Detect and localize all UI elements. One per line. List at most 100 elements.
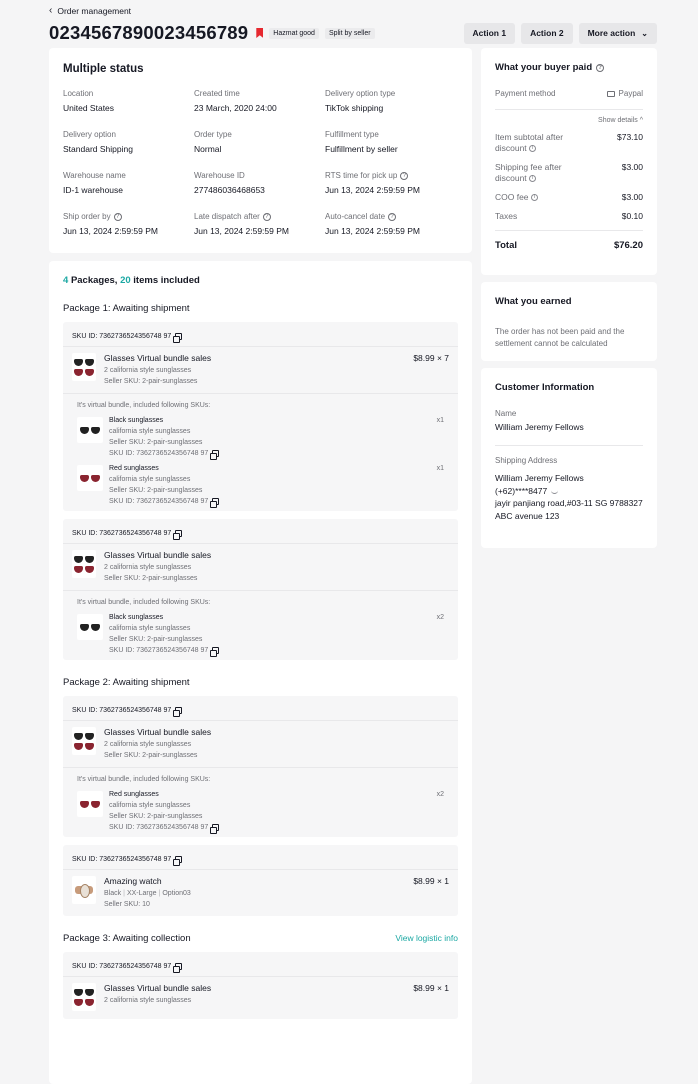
action-2-button[interactable]: Action 2 <box>521 22 573 44</box>
chevron-down-icon: ⌄ <box>641 28 648 38</box>
status-field-label-text: Late dispatch after <box>194 212 260 221</box>
payment-line-value: $73.10 <box>617 132 643 142</box>
status-field-label: Order type <box>194 130 325 139</box>
address-name: William Jeremy Fellows <box>495 473 584 483</box>
more-action-button[interactable]: More action ⌄ <box>578 22 657 44</box>
info-icon[interactable]: i <box>530 194 538 202</box>
sunglasses-black-image <box>74 988 94 996</box>
bundle-item-name: Red sunglasses <box>109 791 159 798</box>
item-variant: Black | XX-Large | Option03 <box>104 890 413 897</box>
action-1-button[interactable]: Action 1 <box>463 22 516 44</box>
bundle-section: It's virtual bundle, included following … <box>63 393 458 511</box>
bookmark-flag-icon[interactable] <box>256 28 264 38</box>
packages-list: Package 1: Awaiting shipment SKU ID: 7362… <box>63 303 458 1019</box>
separator: | <box>158 890 161 897</box>
payment-line-label-text: COO fee <box>495 192 529 202</box>
bundle-item: Black sunglasses california style sunglas… <box>77 417 444 460</box>
bundle-sku-id: SKU ID: 7362736524356748 97 <box>109 498 209 505</box>
breadcrumb[interactable]: ‹ Order management <box>49 6 657 17</box>
copy-icon[interactable] <box>210 450 220 460</box>
copy-icon[interactable] <box>210 647 220 657</box>
item-info: Glasses Virtual bundle sales 2 california… <box>104 353 413 385</box>
payment-line-value: $0.10 <box>621 211 643 221</box>
show-details-label: Show details <box>598 117 638 124</box>
bundle-item-name: Red sunglasses <box>109 465 159 472</box>
item-variant: 2 california style sunglasses <box>104 741 192 748</box>
status-field: RTS time for pick up? Jun 13, 2024 2:59:5… <box>325 171 465 212</box>
bundle-item-seller-sku: Seller SKU: 2-pair-sunglasses <box>109 487 203 494</box>
copy-icon[interactable] <box>173 332 183 343</box>
help-icon[interactable]: ? <box>596 63 605 72</box>
sunglasses-image <box>80 623 100 631</box>
payment-method-label: Payment method <box>495 89 556 98</box>
status-field: Location United States <box>63 89 194 130</box>
item-name: Glasses Virtual bundle sales <box>104 550 212 560</box>
sku-box: SKU ID: 7362736524356748 97 Glasses Virtu… <box>63 322 458 511</box>
bundle-item-sku-id: SKU ID: 7362736524356748 97 <box>109 647 437 657</box>
status-field-label: Warehouse ID <box>194 171 325 180</box>
sku-id-row: SKU ID: 7362736524356748 97 <box>63 845 458 869</box>
copy-icon[interactable] <box>173 529 183 540</box>
bundle-item: Red sunglasses california style sunglasse… <box>77 465 444 508</box>
status-field-label-text: Warehouse ID <box>194 171 245 180</box>
status-field-value: TikTok shipping <box>325 103 384 113</box>
status-card: Multiple status Location United States Cre… <box>49 48 472 253</box>
copy-icon[interactable] <box>210 824 220 834</box>
sku-box: SKU ID: 7362736524356748 97 Glasses Virtu… <box>63 519 458 660</box>
sunglasses-black-image <box>74 358 94 366</box>
item-variant: 2 california style sunglasses <box>104 564 192 571</box>
copy-icon[interactable] <box>173 962 183 973</box>
status-field: Created time 23 March, 2020 24:00 <box>194 89 325 130</box>
package-title-text: Package 1: Awaiting shipment <box>63 303 190 314</box>
item-variant: 2 california style sunglasses <box>104 997 192 1004</box>
info-icon[interactable]: i <box>529 145 537 153</box>
sunglasses-black-image <box>74 555 94 563</box>
bundle-note: It's virtual bundle, included following … <box>77 776 211 783</box>
sku-id: SKU ID: 7362736524356748 97 <box>72 332 172 340</box>
sunglasses-red-image <box>74 998 94 1006</box>
payment-line-label: COO fee i <box>495 192 581 203</box>
package-title-text: Package 3: Awaiting collection <box>63 933 191 944</box>
package-title: Package 1: Awaiting shipment <box>63 303 458 314</box>
glasses-thumbnail <box>72 727 96 755</box>
breadcrumb-label[interactable]: Order management <box>57 6 131 16</box>
help-icon[interactable]: ? <box>113 212 122 221</box>
bundle-item-seller-sku: Seller SKU: 2-pair-sunglasses <box>109 439 203 446</box>
status-field-label: Location <box>63 89 194 98</box>
packages-label: Packages, <box>70 275 118 286</box>
help-icon[interactable]: ? <box>388 212 397 221</box>
packages-count: 4 <box>63 275 69 286</box>
copy-icon[interactable] <box>210 498 220 508</box>
bundle-sku-id: SKU ID: 7362736524356748 97 <box>109 824 209 831</box>
bundle-note: It's virtual bundle, included following … <box>77 402 211 409</box>
status-field-label-text: Location <box>63 89 94 98</box>
show-details-toggle[interactable]: Show details ^ <box>495 117 643 124</box>
buyer-paid-title: What your buyer paid <box>495 62 593 73</box>
package-title: Package 2: Awaiting shipment <box>63 677 458 688</box>
sku-id: SKU ID: 7362736524356748 97 <box>72 706 172 714</box>
bundle-item-info: Black sunglasses california style sunglas… <box>109 417 437 460</box>
bundle-item-sku-id: SKU ID: 7362736524356748 97 <box>109 498 437 508</box>
payment-line-label: Shipping fee after discount i <box>495 162 581 184</box>
item-info: Glasses Virtual bundle sales 2 california… <box>104 983 413 1011</box>
info-icon[interactable]: i <box>529 175 537 183</box>
bundle-item-qty: x1 <box>436 417 444 424</box>
help-icon[interactable]: ? <box>400 171 409 180</box>
copy-icon[interactable] <box>173 706 183 717</box>
sunglasses-red-image <box>74 368 94 376</box>
copy-icon[interactable] <box>173 855 183 866</box>
separator: | <box>123 890 125 897</box>
bundle-item-qty: x1 <box>436 465 444 472</box>
help-icon[interactable]: ? <box>262 212 271 221</box>
eye-icon[interactable] <box>551 490 559 494</box>
view-logistic-link[interactable]: View logistic info <box>395 933 458 944</box>
payment-line-value: $3.00 <box>621 162 643 172</box>
chevron-up-icon: ^ <box>639 117 643 124</box>
item-seller-sku: Seller SKU: 2-pair-sunglasses <box>104 575 198 582</box>
bundle-note: It's virtual bundle, included following … <box>77 599 211 606</box>
status-title: Multiple status <box>63 63 144 75</box>
item-price: $8.99 × 1 <box>413 983 449 993</box>
chevron-left-icon[interactable]: ‹ <box>49 6 52 16</box>
item-name: Glasses Virtual bundle sales <box>104 727 212 737</box>
status-field: Ship order by? Jun 13, 2024 2:59:59 PM <box>63 212 194 253</box>
